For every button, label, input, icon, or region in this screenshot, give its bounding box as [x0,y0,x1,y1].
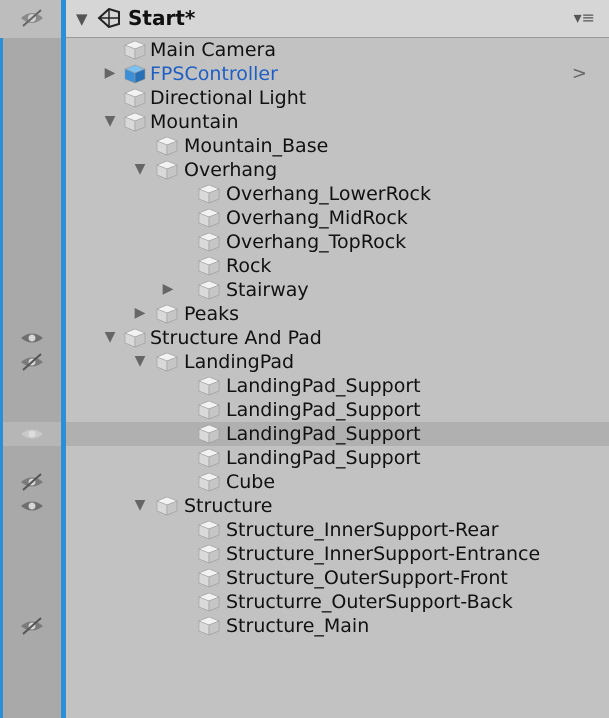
gameobject-cube-icon [124,40,146,60]
hierarchy-panel: ▼ Start* ▾≡ Main Camera ▶ FPSController > Di… [0,0,609,718]
gameobject-cube-icon [198,448,220,468]
hierarchy-row-label: Mountain_Base [184,135,329,157]
gameobject-cube-icon [198,400,220,420]
foldout-closed-icon[interactable]: ▶ [132,305,148,321]
scene-header[interactable]: ▼ Start* ▾≡ [66,0,609,38]
gameobject-cube-icon [198,256,220,276]
hierarchy-row[interactable]: LandingPad_Support [66,374,609,398]
hierarchy-row-label: Structurre_OuterSupport-Back [226,591,513,613]
foldout-open-icon[interactable]: ▼ [132,161,148,177]
foldout-closed-icon[interactable]: ▶ [102,65,118,81]
hierarchy-row[interactable]: Structure_InnerSupport-Rear [66,518,609,542]
foldout-open-icon[interactable]: ▼ [102,329,118,345]
gameobject-cube-icon [198,568,220,588]
gameobject-cube-icon [156,304,178,324]
gameobject-cube-icon [198,544,220,564]
hierarchy-row-label: Overhang_TopRock [226,231,407,253]
foldout-open-icon[interactable]: ▼ [132,497,148,513]
eye-closed-icon[interactable] [18,352,46,372]
hierarchy-row-label: LandingPad_Support [226,375,421,397]
hierarchy-row-label: Mountain [150,111,239,133]
hierarchy-row[interactable]: LandingPad_Support [66,422,609,446]
eye-open-icon[interactable] [18,328,46,348]
gameobject-cube-icon [198,616,220,636]
gameobject-cube-icon [156,136,178,156]
hierarchy-row-label: FPSController [150,63,278,85]
eye-closed-icon[interactable] [18,616,46,636]
hierarchy-row-label: Main Camera [150,39,276,61]
hierarchy-row[interactable]: Directional Light [66,86,609,110]
hierarchy-row[interactable]: Structure_Main [66,614,609,638]
hierarchy-row-label: Rock [226,255,272,277]
scene-title: Start* [128,6,196,30]
hierarchy-row[interactable]: LandingPad_Support [66,398,609,422]
gameobject-cube-icon [198,592,220,612]
eye-closed-icon[interactable] [18,8,46,28]
gameobject-cube-icon [156,352,178,372]
eye-open-icon[interactable] [18,496,46,516]
hierarchy-row[interactable]: LandingPad_Support [66,446,609,470]
hierarchy-row-label: Structure_InnerSupport-Entrance [226,543,541,565]
gameobject-cube-icon [124,328,146,348]
header-gutter [0,0,61,38]
gameobject-cube-icon [198,472,220,492]
gameobject-cube-icon [156,496,178,516]
hierarchy-row[interactable]: Overhang_MidRock [66,206,609,230]
hierarchy-row[interactable]: ▼ LandingPad [66,350,609,374]
hierarchy-row-label: Peaks [184,303,240,325]
gameobject-cube-icon [198,208,220,228]
hierarchy-row-label: LandingPad [184,351,295,373]
hierarchy-row-label: Structure_Main [226,615,370,637]
eye-faint-icon[interactable] [18,424,46,444]
hierarchy-row[interactable]: Structure_InnerSupport-Entrance [66,542,609,566]
gameobject-cube-icon [124,112,146,132]
hierarchy-row-label: LandingPad_Support [226,423,421,445]
hierarchy-row-label: LandingPad_Support [226,399,421,421]
gameobject-cube-icon [198,184,220,204]
hierarchy-row-label: Structure [184,495,273,517]
eye-closed-icon[interactable] [18,472,46,492]
hierarchy-row[interactable]: Overhang_LowerRock [66,182,609,206]
hierarchy-row[interactable]: Overhang_TopRock [66,230,609,254]
gameobject-cube-icon [198,280,220,300]
hierarchy-row[interactable]: ▶ FPSController > [66,62,609,86]
scene-foldout-arrow-icon[interactable]: ▼ [76,10,88,28]
hierarchy-row[interactable]: ▶ Stairway [66,278,609,302]
foldout-closed-icon[interactable]: ▶ [160,281,176,297]
gameobject-cube-icon [156,160,178,180]
gameobject-cube-icon [198,424,220,444]
hierarchy-row-label: Structure_OuterSupport-Front [226,567,508,589]
gameobject-cube-icon [198,232,220,252]
hierarchy-row-label: Directional Light [150,87,307,109]
hierarchy-row[interactable]: Structure_OuterSupport-Front [66,566,609,590]
hierarchy-row[interactable]: ▼ Structure And Pad [66,326,609,350]
prefab-cube-icon [124,64,146,84]
hierarchy-row-label: Cube [226,471,276,493]
hierarchy-row[interactable]: ▶ Peaks [66,302,609,326]
foldout-open-icon[interactable]: ▼ [102,113,118,129]
hierarchy-row[interactable]: ▼ Mountain [66,110,609,134]
hierarchy-row-label: Stairway [226,279,309,301]
panel-focus-border [0,0,3,718]
foldout-open-icon[interactable]: ▼ [132,353,148,369]
menu-icon[interactable]: ▾≡ [574,8,595,27]
hierarchy-row[interactable]: ▼ Overhang [66,158,609,182]
hierarchy-row[interactable]: Main Camera [66,38,609,62]
chevron-right-icon[interactable]: > [572,63,587,84]
hierarchy-row-label: Overhang_MidRock [226,207,408,229]
unity-scene-icon [97,7,120,29]
gameobject-cube-icon [198,520,220,540]
hierarchy-row[interactable]: Structurre_OuterSupport-Back [66,590,609,614]
hierarchy-row[interactable]: Mountain_Base [66,134,609,158]
hierarchy-row-label: Overhang_LowerRock [226,183,431,205]
hierarchy-row-label: LandingPad_Support [226,447,421,469]
hierarchy-row[interactable]: Rock [66,254,609,278]
hierarchy-row[interactable]: Cube [66,470,609,494]
hierarchy-row-label: Overhang [184,159,278,181]
gameobject-cube-icon [198,376,220,396]
hierarchy-row-label: Structure And Pad [150,327,322,349]
hierarchy-row-label: Structure_InnerSupport-Rear [226,519,499,541]
gameobject-cube-icon [124,88,146,108]
hierarchy-row[interactable]: ▼ Structure [66,494,609,518]
